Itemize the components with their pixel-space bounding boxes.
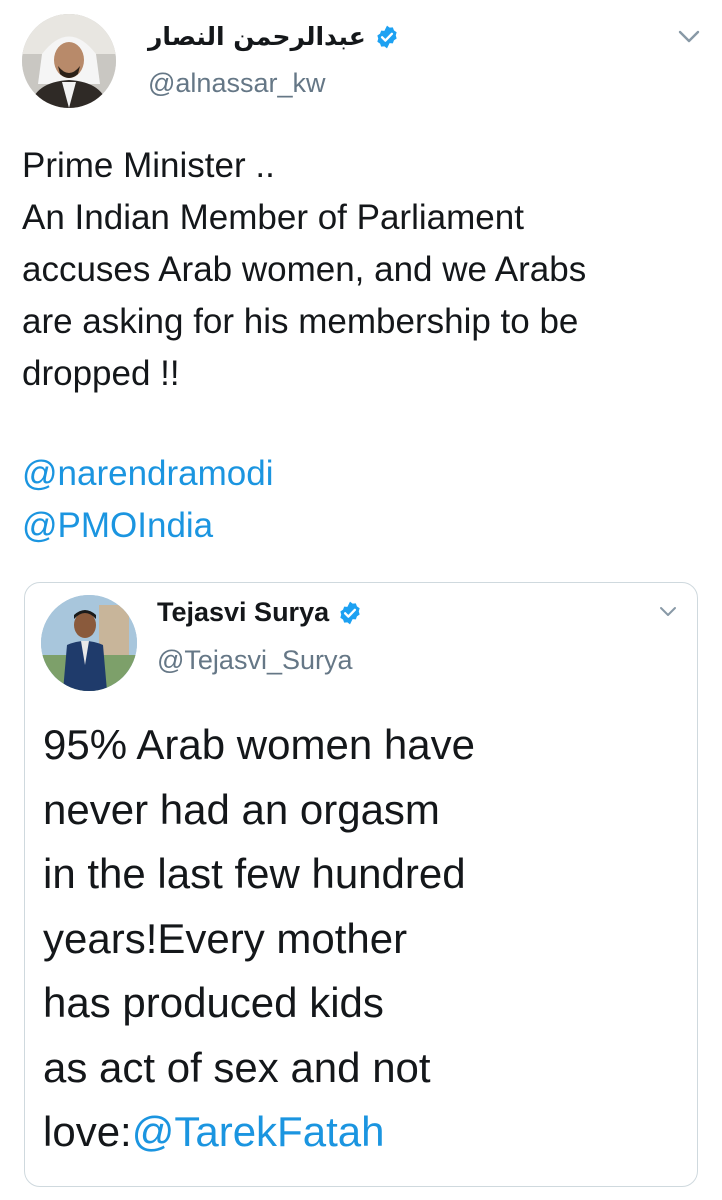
quoted-text-line: in the last few hundred: [43, 850, 466, 897]
tweet-mentions: @narendramodi @PMOIndia: [22, 448, 274, 552]
quoted-handle[interactable]: @Tejasvi_Surya: [157, 645, 353, 676]
quoted-text-line: years!Every mother: [43, 914, 408, 962]
chevron-down-icon[interactable]: [676, 28, 702, 46]
quoted-display-name[interactable]: Tejasvi Surya: [157, 597, 329, 628]
quoted-text-line: never had an orgasm: [43, 785, 440, 833]
author-name-row: عبدالرحمن النصار: [148, 22, 400, 51]
quoted-text-line: 95% Arab women have: [43, 721, 475, 768]
verified-badge-icon: [340, 601, 360, 624]
mention-link-tarekfatah[interactable]: @TarekFatah: [132, 1108, 385, 1155]
mention-link-pmoindia[interactable]: @PMOIndia: [22, 500, 274, 552]
quoted-text-last-line: love:@TarekFatah: [43, 1100, 683, 1165]
author-display-name[interactable]: عبدالرحمن النصار: [148, 22, 366, 51]
mention-link-narendramodi[interactable]: @narendramodi: [22, 448, 274, 500]
author-handle[interactable]: @alnassar_kw: [148, 68, 325, 99]
quoted-name-row: Tejasvi Surya: [157, 597, 363, 628]
quoted-chevron-down-icon[interactable]: [658, 605, 678, 619]
quoted-tweet-card[interactable]: Tejasvi Surya @Tejasvi_Surya 95% Arab wo…: [24, 582, 698, 1187]
quoted-author-avatar[interactable]: [41, 595, 137, 691]
tweet-text: Prime Minister .. An Indian Member of Pa…: [22, 146, 587, 393]
verified-badge-icon: [377, 25, 397, 48]
author-avatar[interactable]: [22, 14, 116, 108]
quoted-text-prefix: love:: [43, 1108, 132, 1155]
quoted-tweet-text: 95% Arab women have never had an orgasm …: [43, 713, 683, 1165]
quoted-text-line: as act of sex and not: [43, 1043, 431, 1091]
quoted-text-line: has produced kids: [43, 979, 384, 1026]
